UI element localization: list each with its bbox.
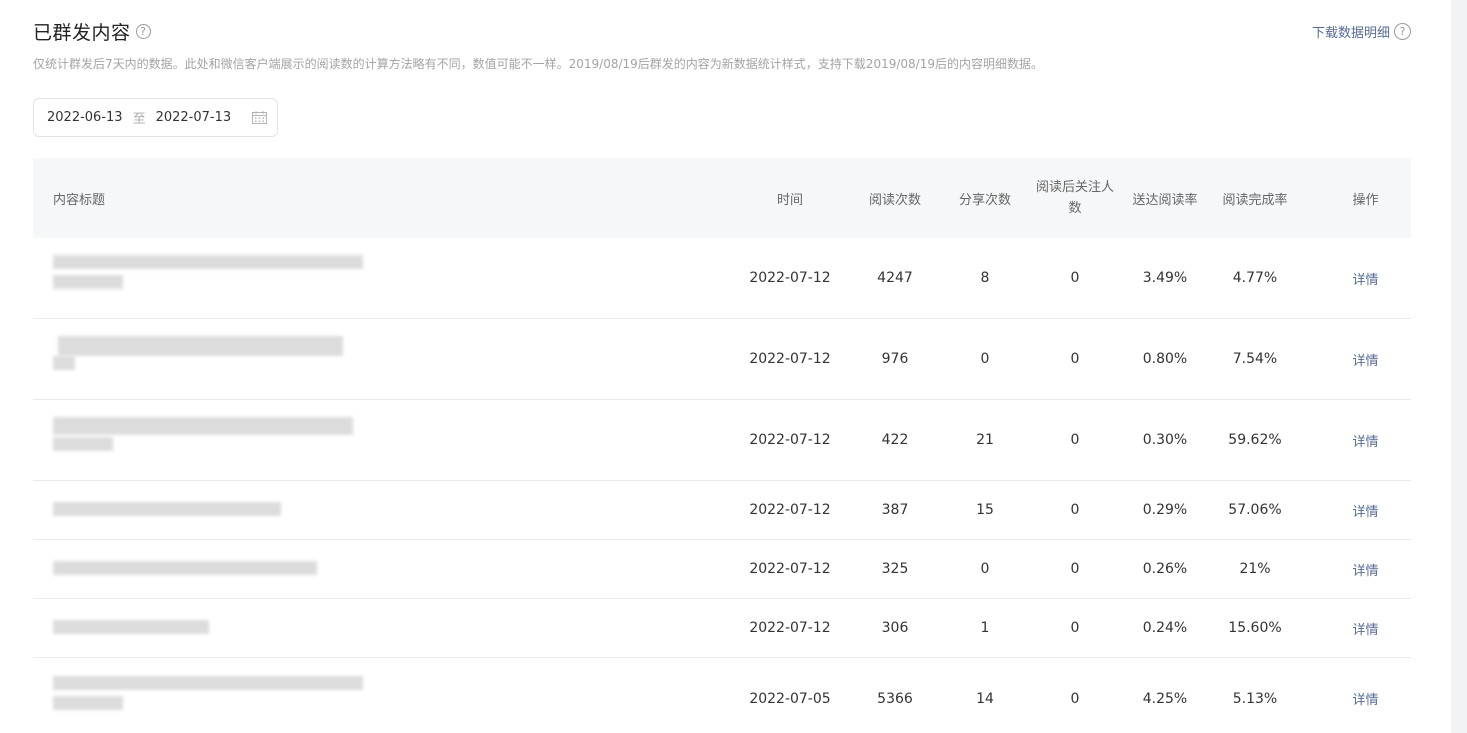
cell-shares: 1 xyxy=(980,620,990,636)
cell-reads: 306 xyxy=(881,620,909,636)
content-title-blurred[interactable] xyxy=(33,674,730,724)
cell-shares: 21 xyxy=(976,432,994,448)
cell-shares: 0 xyxy=(980,351,990,367)
header-reads: 阅读次数 xyxy=(868,192,921,208)
content-title-blurred[interactable] xyxy=(33,559,730,579)
end-date[interactable]: 2022-07-13 xyxy=(156,110,232,125)
blurred-title xyxy=(53,618,453,638)
detail-link[interactable]: 详情 xyxy=(1352,435,1378,450)
cell-follows: 0 xyxy=(1070,690,1080,707)
detail-link[interactable]: 详情 xyxy=(1352,505,1378,520)
title-row: 已群发内容 ? xyxy=(33,18,151,45)
cell-time: 2022-07-12 xyxy=(749,502,831,518)
download-details-link[interactable]: 下载数据明细 xyxy=(1312,22,1390,41)
cell-shares: 14 xyxy=(976,690,994,707)
cell-time: 2022-07-12 xyxy=(749,351,831,367)
start-date[interactable]: 2022-06-13 xyxy=(47,110,123,125)
header-follows: 阅读后关注人数 xyxy=(1035,180,1114,216)
header-time: 时间 xyxy=(776,192,803,208)
table-row: 2022-07-12 4247 8 0 3.49% 4.77% 详情 xyxy=(33,238,1411,319)
table-row: 2022-07-12 387 15 0 0.29% 57.06% 详情 xyxy=(33,481,1411,540)
blurred-title xyxy=(53,253,453,303)
blurred-title xyxy=(53,500,453,520)
description-text: 仅统计群发后7天内的数据。此处和微信客户端展示的阅读数的计算方法略有不同，数值可… xyxy=(33,57,1043,71)
table-row: 2022-07-12 976 0 0 0.80% 7.54% 详情 xyxy=(33,319,1411,400)
cell-follows: 0 xyxy=(1070,351,1080,367)
date-range-picker[interactable]: 2022-06-13 至 2022-07-13 xyxy=(33,98,278,137)
header-arrive-rate: 送达阅读率 xyxy=(1132,192,1198,208)
cell-reads: 422 xyxy=(881,432,909,448)
header-action: 操作 xyxy=(1352,192,1379,208)
cell-arrive-rate: 0.26% xyxy=(1142,561,1188,577)
blurred-title xyxy=(53,415,453,465)
cell-shares: 8 xyxy=(980,270,990,286)
cell-complete-rate: 59.62% xyxy=(1228,432,1282,448)
content-table: 内容标题 时间 阅读次数 分享次数 阅读后关注人数 送达阅读率 阅读完成率 操作… xyxy=(33,158,1411,733)
detail-link[interactable]: 详情 xyxy=(1352,564,1378,579)
blurred-title xyxy=(53,674,453,724)
cell-time: 2022-07-12 xyxy=(749,561,831,577)
cell-time: 2022-07-12 xyxy=(749,270,831,286)
cell-reads: 4247 xyxy=(877,270,913,286)
content-title-blurred[interactable] xyxy=(33,500,730,520)
content-title-blurred[interactable] xyxy=(33,253,730,303)
scrollbar-track[interactable] xyxy=(1451,0,1467,733)
cell-follows: 0 xyxy=(1070,502,1080,518)
cell-arrive-rate: 3.49% xyxy=(1142,270,1188,286)
cell-complete-rate: 7.54% xyxy=(1232,351,1278,367)
help-icon[interactable]: ? xyxy=(135,24,151,39)
download-details[interactable]: 下载数据明细 ? xyxy=(1312,22,1411,41)
cell-follows: 0 xyxy=(1070,270,1080,286)
content-title-blurred[interactable] xyxy=(33,334,730,384)
detail-link[interactable]: 详情 xyxy=(1352,693,1378,708)
header-shares: 分享次数 xyxy=(958,192,1011,208)
cell-reads: 976 xyxy=(881,351,909,367)
cell-follows: 0 xyxy=(1070,620,1080,636)
table-row: 2022-07-12 325 0 0 0.26% 21% 详情 xyxy=(33,540,1411,599)
table-row: 2022-07-05 5366 14 0 4.25% 5.13% 详情 xyxy=(33,658,1411,733)
cell-arrive-rate: 0.30% xyxy=(1142,432,1188,448)
page: 已群发内容 ? 下载数据明细 ? 仅统计群发后7天内的数据。此处和微信客户端展示… xyxy=(0,0,1467,733)
detail-link[interactable]: 详情 xyxy=(1352,273,1378,288)
cell-complete-rate: 5.13% xyxy=(1232,690,1278,707)
cell-arrive-rate: 0.29% xyxy=(1142,502,1188,518)
cell-time: 2022-07-12 xyxy=(749,620,831,636)
content-title-blurred[interactable] xyxy=(33,618,730,638)
calendar-icon[interactable] xyxy=(252,111,267,124)
cell-arrive-rate: 0.24% xyxy=(1142,620,1188,636)
content-title-blurred[interactable] xyxy=(33,415,730,465)
cell-reads: 5366 xyxy=(877,690,913,707)
detail-link[interactable]: 详情 xyxy=(1352,623,1378,638)
table-row: 2022-07-12 306 1 0 0.24% 15.60% 详情 xyxy=(33,599,1411,658)
cell-shares: 0 xyxy=(980,561,990,577)
blurred-title xyxy=(53,334,453,384)
table-header: 内容标题 时间 阅读次数 分享次数 阅读后关注人数 送达阅读率 阅读完成率 操作 xyxy=(33,158,1411,238)
date-separator: 至 xyxy=(132,112,146,127)
header-complete-rate: 阅读完成率 xyxy=(1222,192,1288,208)
cell-follows: 0 xyxy=(1070,432,1080,448)
cell-follows: 0 xyxy=(1070,561,1080,577)
cell-complete-rate: 4.77% xyxy=(1232,270,1278,286)
cell-shares: 15 xyxy=(976,502,994,518)
cell-complete-rate: 21% xyxy=(1239,561,1271,577)
cell-time: 2022-07-05 xyxy=(749,690,831,707)
cell-reads: 325 xyxy=(881,561,909,577)
page-title: 已群发内容 xyxy=(33,22,131,44)
cell-complete-rate: 15.60% xyxy=(1228,620,1282,636)
cell-complete-rate: 57.06% xyxy=(1228,502,1282,518)
blurred-title xyxy=(53,559,453,579)
header-title: 内容标题 xyxy=(53,192,106,208)
cell-time: 2022-07-12 xyxy=(749,432,831,448)
cell-arrive-rate: 0.80% xyxy=(1142,351,1188,367)
table-row: 2022-07-12 422 21 0 0.30% 59.62% 详情 xyxy=(33,400,1411,481)
download-help-icon[interactable]: ? xyxy=(1394,23,1411,40)
cell-reads: 387 xyxy=(881,502,909,518)
cell-arrive-rate: 4.25% xyxy=(1142,690,1188,707)
detail-link[interactable]: 详情 xyxy=(1352,354,1378,369)
